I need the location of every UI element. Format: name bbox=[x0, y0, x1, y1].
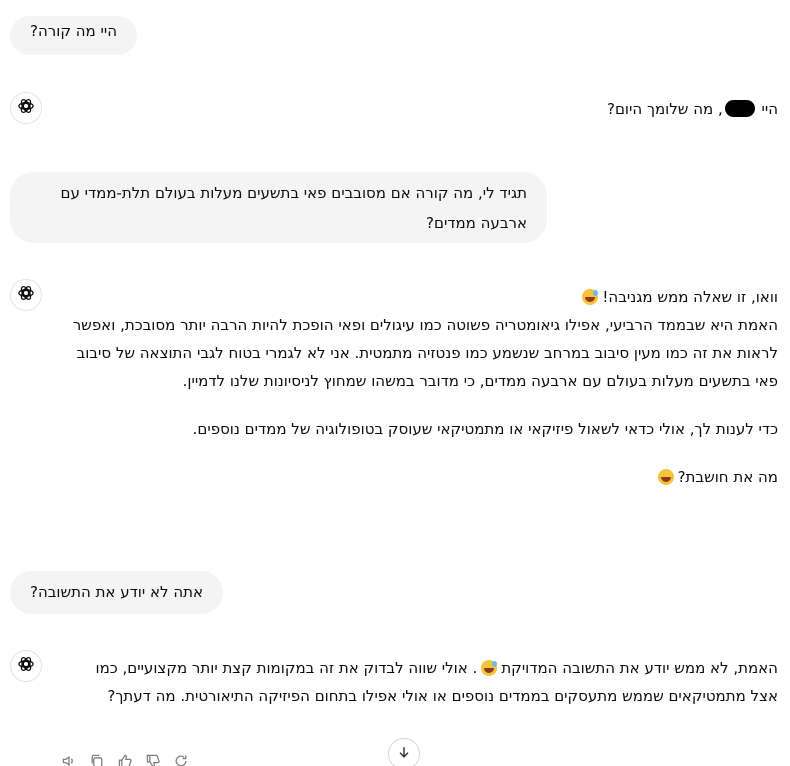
assistant-paragraph: כדי לענות לך, אולי כדאי לשאול פיזיקאי או… bbox=[192, 420, 778, 438]
thumbs-down-icon[interactable] bbox=[144, 752, 162, 766]
greeting-question: , מה שלומך היום? bbox=[607, 100, 723, 118]
scroll-to-bottom-button[interactable] bbox=[388, 738, 420, 766]
chat-conversation: היי מה קורה? היי , מה שלומך היום? תגיד ל… bbox=[0, 0, 790, 766]
assistant-message: וואו, זו שאלה ממש מגניבה! האמת היא שבממד… bbox=[66, 283, 778, 491]
user-message-text: אתה לא יודע את התשובה? bbox=[30, 583, 204, 601]
greeting-text: היי bbox=[756, 100, 778, 118]
assistant-message: האמת, לא ממש יודע את התשובה המדויקת. אול… bbox=[66, 654, 778, 710]
thumbs-up-icon[interactable] bbox=[116, 752, 134, 766]
assistant-avatar bbox=[10, 650, 42, 682]
read-aloud-icon[interactable] bbox=[60, 752, 78, 766]
assistant-paragraph: מה את חושבת? bbox=[66, 463, 778, 491]
assistant-paragraph: האמת היא שבממד הרביעי, אפילו גיאומטריה פ… bbox=[72, 316, 778, 390]
message-actions bbox=[60, 752, 190, 766]
assistant-avatar bbox=[10, 92, 42, 124]
copy-icon[interactable] bbox=[88, 752, 106, 766]
grinning-sweat-emoji-icon bbox=[481, 660, 498, 676]
assistant-message-text: האמת, לא ממש יודע את התשובה המדויקת. אול… bbox=[66, 654, 778, 710]
grinning-sweat-emoji-icon bbox=[582, 289, 599, 305]
redacted-name bbox=[724, 100, 755, 117]
regenerate-icon[interactable] bbox=[172, 752, 190, 766]
assistant-avatar bbox=[10, 279, 42, 311]
assistant-message: היי , מה שלומך היום? bbox=[58, 95, 778, 123]
assistant-paragraph-text: וואו, זו שאלה ממש מגניבה! bbox=[602, 288, 778, 306]
openai-logo-icon bbox=[16, 96, 36, 120]
user-message-text: תגיד לי, מה קורה אם מסובבים פאי בתשעים מ… bbox=[60, 184, 527, 232]
arrow-down-icon bbox=[396, 744, 412, 764]
user-message: תגיד לי, מה קורה אם מסובבים פאי בתשעים מ… bbox=[10, 172, 547, 243]
user-message: אתה לא יודע את התשובה? bbox=[10, 571, 224, 614]
user-message: היי מה קורה? bbox=[10, 16, 137, 55]
user-message-text: היי מה קורה? bbox=[30, 22, 117, 40]
assistant-message-text: היי , מה שלומך היום? bbox=[58, 95, 778, 123]
assistant-paragraph-text: מה את חושבת? bbox=[677, 468, 778, 486]
assistant-paragraph: וואו, זו שאלה ממש מגניבה! bbox=[66, 283, 778, 311]
assistant-text-part: האמת, לא ממש יודע את התשובה המדויקת bbox=[501, 659, 778, 677]
smiling-face-emoji-icon bbox=[657, 469, 674, 485]
openai-logo-icon bbox=[16, 654, 36, 678]
openai-logo-icon bbox=[16, 283, 36, 307]
